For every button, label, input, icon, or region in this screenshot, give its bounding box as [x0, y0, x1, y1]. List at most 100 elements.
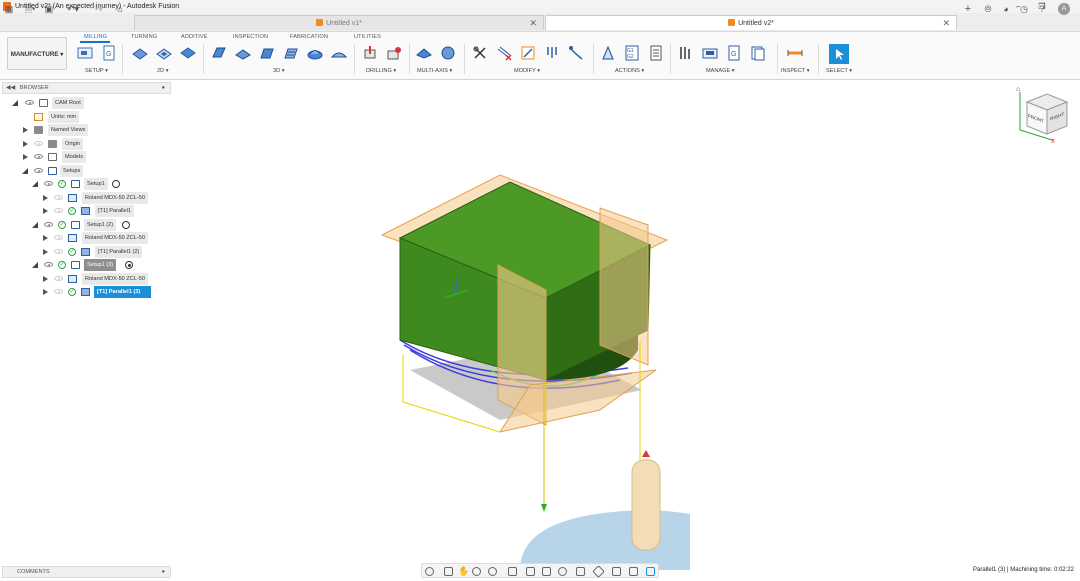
tree-row-operation[interactable]: ✓ [T1] Parallel1 (2): [0, 246, 171, 258]
group-select-label[interactable]: SELECT ▾: [826, 68, 852, 74]
collapse-triangle-icon[interactable]: [12, 100, 18, 106]
measure-icon[interactable]: [787, 45, 803, 61]
group-actions-label[interactable]: ACTIONS ▾: [615, 68, 644, 74]
tree-row-cam-root[interactable]: CAM Root: [0, 97, 171, 109]
swarf-icon[interactable]: [416, 45, 432, 61]
tab-untitled-v2[interactable]: Untitled v2* ✕: [545, 15, 957, 30]
save-icon[interactable]: ▣: [44, 3, 54, 16]
tree-row-setups[interactable]: Setups: [0, 165, 171, 177]
expand-triangle-icon[interactable]: [43, 248, 48, 255]
tab-untitled-v1[interactable]: Untitled v1* ✕: [134, 15, 544, 30]
visibility-eye-icon[interactable]: [54, 249, 63, 254]
notifications-icon[interactable]: ◷: [1018, 3, 1030, 16]
visibility-eye-icon[interactable]: [54, 235, 63, 240]
group-3d-label[interactable]: 3D ▾: [273, 68, 285, 74]
browser-header[interactable]: ◀◀ BROWSER ●: [2, 82, 171, 94]
tree-row-models[interactable]: Models: [0, 151, 171, 163]
extensions-icon[interactable]: ⦾: [982, 3, 994, 16]
tab-inspection[interactable]: INSPECTION: [233, 34, 268, 40]
activate-setup-radio[interactable]: [122, 221, 130, 229]
tab-utilities[interactable]: UTILITIES: [354, 34, 381, 40]
3d-contour-icon[interactable]: [331, 45, 347, 61]
3d-adaptive-icon[interactable]: [211, 45, 227, 61]
visibility-eye-icon[interactable]: [44, 181, 53, 186]
visibility-eye-icon[interactable]: [44, 222, 53, 227]
group-setup-label[interactable]: SETUP ▾: [85, 68, 108, 74]
collapse-triangle-icon[interactable]: [32, 181, 38, 187]
tab-milling[interactable]: MILLING: [84, 34, 107, 40]
drill-icon[interactable]: [362, 45, 378, 61]
collapse-triangle-icon[interactable]: [32, 222, 38, 228]
look-at-icon[interactable]: [444, 567, 453, 576]
visibility-eye-icon[interactable]: [34, 154, 43, 159]
close-tab-icon[interactable]: ✕: [529, 16, 537, 31]
toolpath-display-icon[interactable]: [646, 567, 655, 576]
help-icon[interactable]: ?: [1036, 3, 1048, 16]
tree-row-operation-selected[interactable]: ✓ [T1] Parallel1 (3): [0, 286, 171, 298]
group-multi-axis-label[interactable]: MULTI-AXIS ▾: [417, 68, 452, 74]
group-2d-label[interactable]: 2D ▾: [157, 68, 169, 74]
visibility-eye-icon[interactable]: [25, 100, 34, 105]
2d-face-icon[interactable]: [180, 45, 196, 61]
zoom-icon[interactable]: [472, 567, 481, 576]
new-tab-icon[interactable]: +: [962, 3, 974, 16]
tree-row-machine[interactable]: Roland MDX-50 ZCL-50: [0, 273, 171, 285]
view-cube[interactable]: X FRONT RIGHT ⌂: [1012, 82, 1072, 145]
template-library-icon[interactable]: [750, 45, 766, 61]
active-setup-radio[interactable]: [125, 261, 133, 269]
visibility-eye-icon[interactable]: [44, 262, 53, 267]
expand-triangle-icon[interactable]: [23, 153, 28, 160]
tool-library-icon[interactable]: [544, 45, 560, 61]
machine-library-icon[interactable]: [702, 45, 718, 61]
tab-turning[interactable]: TURNING: [131, 34, 157, 40]
order-operations-icon[interactable]: [568, 45, 584, 61]
expand-triangle-icon[interactable]: [43, 275, 48, 282]
visibility-eye-icon[interactable]: [34, 141, 43, 146]
camera-icon[interactable]: [558, 567, 567, 576]
multi-axis-contour-icon[interactable]: [440, 45, 456, 61]
tab-fabrication[interactable]: FABRICATION: [290, 34, 328, 40]
tab-additive[interactable]: ADDITIVE: [181, 34, 208, 40]
tree-row-setup1-2[interactable]: ✓ Setup1 (2): [0, 219, 171, 231]
simulate-icon[interactable]: [600, 45, 616, 61]
setup-sheet-doc-icon[interactable]: [648, 45, 664, 61]
tree-row-named-views[interactable]: Named Views: [0, 124, 171, 136]
expand-triangle-icon[interactable]: [43, 288, 48, 295]
expand-triangle-icon[interactable]: [23, 140, 28, 147]
tree-row-machine[interactable]: Roland MDX-50 ZCL-50: [0, 192, 171, 204]
3d-steep-shallow-icon[interactable]: [259, 45, 275, 61]
new-setup-icon[interactable]: [77, 45, 93, 61]
comments-panel[interactable]: COMMENTS ●: [2, 566, 171, 578]
file-menu-icon[interactable]: 🗎▾: [22, 3, 38, 16]
visibility-eye-icon[interactable]: [54, 208, 63, 213]
select-icon[interactable]: [829, 44, 849, 64]
visibility-eye-icon[interactable]: [54, 276, 63, 281]
expand-triangle-icon[interactable]: [43, 207, 48, 214]
view-cube-home-icon[interactable]: ⌂: [1016, 86, 1020, 93]
grid-settings-icon[interactable]: [526, 567, 535, 576]
tree-row-machine[interactable]: Roland MDX-50 ZCL-50: [0, 232, 171, 244]
undo-icon[interactable]: ↶▾: [64, 3, 82, 16]
tree-row-operation[interactable]: ✓ [T1] Parallel1: [0, 205, 171, 217]
expand-triangle-icon[interactable]: [43, 194, 48, 201]
group-modify-label[interactable]: MODIFY ▾: [514, 68, 540, 74]
delete-toolpath-icon[interactable]: [496, 45, 512, 61]
home-icon[interactable]: ⌂: [114, 3, 126, 16]
collapse-triangle-icon[interactable]: [32, 262, 38, 268]
job-status-icon[interactable]: ◕: [1000, 3, 1012, 16]
post-library-icon[interactable]: G: [726, 45, 742, 61]
display-settings-icon[interactable]: [508, 567, 517, 576]
post-process-icon[interactable]: G1G2: [624, 45, 640, 61]
3d-parallel-icon[interactable]: [283, 45, 299, 61]
group-inspect-label[interactable]: INSPECT ▾: [781, 68, 810, 74]
tree-row-setup1[interactable]: ✓ Setup1: [0, 178, 171, 190]
activate-setup-radio[interactable]: [112, 180, 120, 188]
canvas-viewport[interactable]: [370, 170, 690, 570]
tree-row-setup1-3[interactable]: ✓ Setup1 (3): [0, 259, 171, 271]
viewports-icon[interactable]: [542, 567, 551, 576]
visual-style-icon[interactable]: [592, 565, 605, 578]
expand-triangle-icon[interactable]: [23, 126, 28, 133]
visibility-eye-icon[interactable]: [34, 168, 43, 173]
2d-adaptive-icon[interactable]: [132, 45, 148, 61]
3d-pocket-icon[interactable]: [235, 45, 251, 61]
